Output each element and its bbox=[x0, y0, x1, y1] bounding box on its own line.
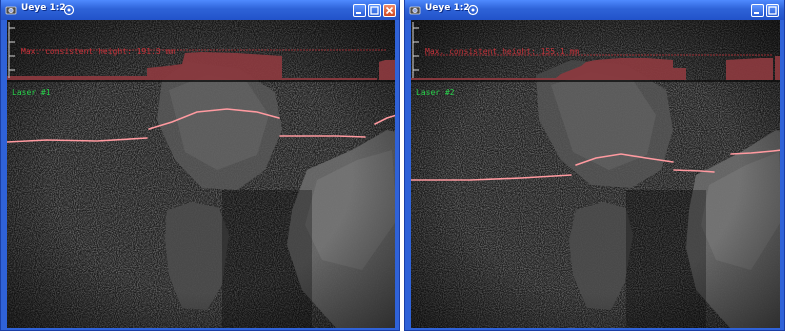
title-bar[interactable]: Ueye 1:2 bbox=[1, 0, 399, 20]
max-height-readout: Max. consistent height: 155.1 mm bbox=[425, 47, 580, 56]
close-button[interactable] bbox=[383, 4, 396, 17]
title-bar[interactable]: Ueye 1:2 bbox=[405, 0, 784, 20]
window-title: Ueye 1:2 bbox=[21, 3, 66, 13]
camera-window-2[interactable]: Ueye 1:2 Max. consistent height: 155.1 m… bbox=[404, 0, 785, 331]
laser-label: Laser #1 bbox=[12, 88, 51, 97]
minimize-icon bbox=[356, 12, 361, 14]
camera-view[interactable]: Max. consistent height: 191.3 mm Laser #… bbox=[7, 20, 395, 328]
minimize-icon bbox=[754, 12, 759, 14]
minimize-button[interactable] bbox=[751, 4, 764, 17]
maximize-icon bbox=[370, 6, 379, 15]
window-title: Ueye 1:2 bbox=[425, 3, 470, 13]
laser-label: Laser #2 bbox=[416, 88, 455, 97]
maximize-icon bbox=[768, 6, 777, 15]
maximize-button[interactable] bbox=[368, 4, 381, 17]
pin-icon[interactable] bbox=[63, 4, 75, 16]
camera-view[interactable]: Max. consistent height: 155.1 mm Laser #… bbox=[411, 20, 780, 328]
camera-app-icon[interactable] bbox=[409, 4, 421, 16]
close-icon bbox=[385, 6, 394, 15]
minimize-button[interactable] bbox=[353, 4, 366, 17]
camera-image bbox=[411, 20, 780, 328]
camera-app-icon[interactable] bbox=[5, 4, 17, 16]
camera-window-1[interactable]: Ueye 1:2 Max. consistent height: 191.3 m… bbox=[0, 0, 400, 331]
pin-icon[interactable] bbox=[467, 4, 479, 16]
camera-image bbox=[7, 20, 395, 328]
max-height-readout: Max. consistent height: 191.3 mm bbox=[21, 47, 176, 56]
maximize-button[interactable] bbox=[766, 4, 779, 17]
